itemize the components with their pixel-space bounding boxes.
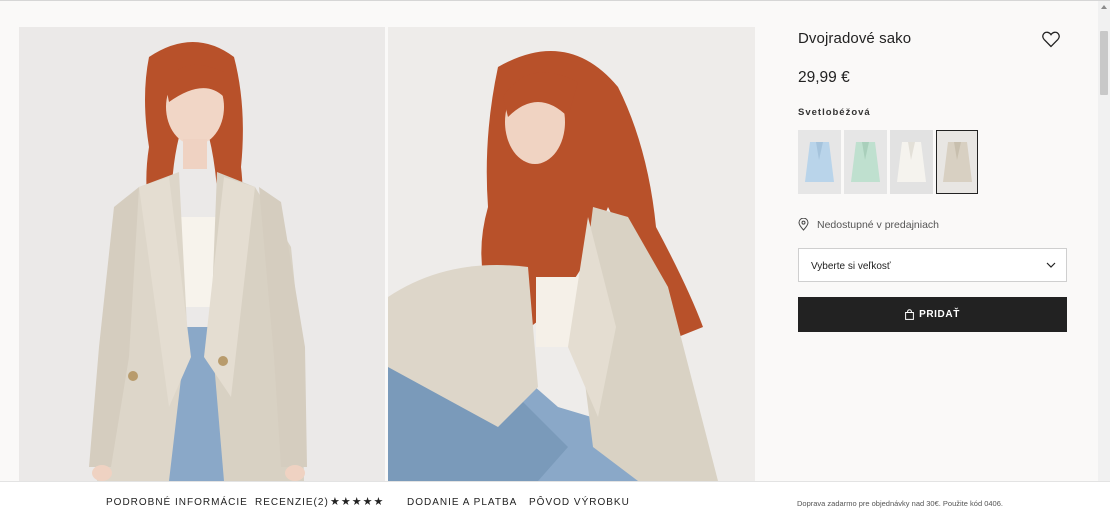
scrollbar-thumb[interactable] xyxy=(1100,31,1108,95)
product-image-front[interactable] xyxy=(19,27,385,481)
product-title: Dvojradové sako xyxy=(798,30,912,47)
selected-color-label: Svetlobéžová xyxy=(798,107,871,118)
heart-icon[interactable] xyxy=(1042,31,1060,48)
product-price: 29,99 € xyxy=(798,69,850,86)
tab-product-details[interactable]: PODROBNÉ INFORMÁCIE xyxy=(106,497,248,508)
product-info-bar: PODROBNÉ INFORMÁCIE RECENZIE(2) ★★★★★ DO… xyxy=(0,481,1110,524)
size-select[interactable]: Vyberte si veľkosť xyxy=(798,248,1067,282)
size-select-label: Vyberte si veľkosť xyxy=(811,261,891,272)
add-to-bag-label: PRIDAŤ xyxy=(919,309,960,320)
product-image-side[interactable] xyxy=(388,27,755,481)
tab-reviews[interactable]: RECENZIE(2) xyxy=(255,497,329,508)
top-divider xyxy=(0,0,1110,1)
product-gallery xyxy=(19,27,755,481)
availability-text: Nedostupné v predajniach xyxy=(817,218,940,231)
model-seated-illustration xyxy=(388,27,755,481)
swatch-light-blue[interactable] xyxy=(798,130,841,194)
chevron-down-icon xyxy=(1046,262,1056,268)
tab-product-origin[interactable]: PÔVOD VÝROBKU xyxy=(529,497,630,508)
tab-delivery-payment[interactable]: DODANIE A PLATBA xyxy=(407,497,517,508)
add-to-bag-button[interactable]: PRIDAŤ xyxy=(798,297,1067,332)
rating-stars[interactable]: ★★★★★ xyxy=(330,495,384,508)
store-availability: Nedostupné v predajniach xyxy=(798,218,939,231)
location-pin-icon xyxy=(798,218,809,231)
free-shipping-note: Doprava zadarmo pre objednávky nad 30€. … xyxy=(797,499,1003,508)
swatch-mint[interactable] xyxy=(844,130,887,194)
scroll-up-arrow-icon[interactable] xyxy=(1101,5,1107,9)
model-front-illustration xyxy=(19,27,385,481)
swatch-white[interactable] xyxy=(890,130,933,194)
page-scrollbar[interactable] xyxy=(1098,1,1110,481)
color-swatches xyxy=(798,130,988,194)
shopping-bag-icon xyxy=(905,309,914,320)
swatch-light-beige[interactable] xyxy=(936,130,978,194)
